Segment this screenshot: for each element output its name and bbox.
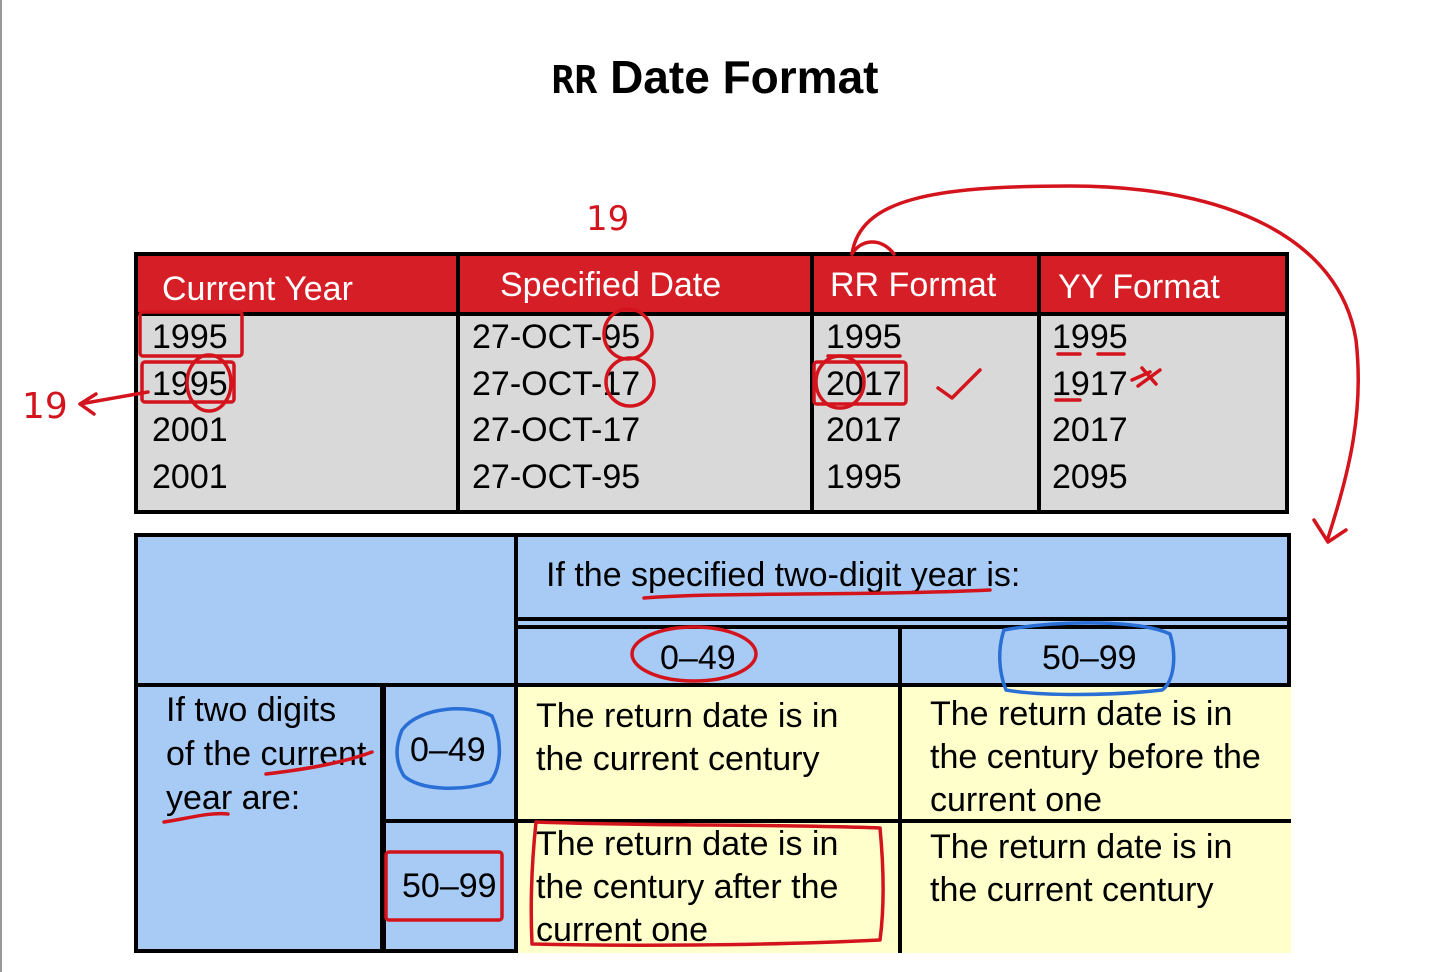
rr-rules-table: If the specified two-digit year is: 0–49… [134, 533, 1291, 953]
divider-specified-header [518, 617, 1291, 621]
note-left: 19 [22, 386, 68, 427]
cell-rr-format: 2017 [826, 365, 902, 403]
cell-rr-format: 1995 [826, 318, 902, 356]
result-r1c1-line: the current century [536, 740, 820, 778]
page-left-border [0, 0, 2, 972]
result-r1c2-line: The return date is in [930, 695, 1233, 733]
row-header-line: of the current [166, 735, 367, 773]
cell-yy-format: 1995 [1052, 318, 1128, 356]
title-prefix: RR [551, 58, 598, 102]
cell-rr-format: 2017 [826, 411, 902, 449]
note-top: 19 [586, 199, 629, 239]
row-header-line: If two digits [166, 691, 337, 729]
cell-yy-format: 1917 [1052, 365, 1128, 403]
row-range-50-99: 50–99 [402, 867, 497, 905]
cell-specified-date: 27-OCT-17 [472, 365, 641, 403]
header-specified-date: Specified Date [500, 266, 722, 304]
result-r2c2-line: The return date is in [930, 828, 1233, 866]
result-r2c1-line: the century after the [536, 868, 839, 906]
title-main: Date Format [610, 51, 879, 103]
cell-rr-format: 1995 [826, 458, 902, 496]
cell-current-year: 1995 [152, 365, 228, 403]
row-header-line: year are: [166, 779, 301, 817]
result-r1c2-line: current one [930, 781, 1102, 819]
col-range-50-99: 50–99 [1042, 639, 1137, 677]
rr-examples-table: Current Year Specified Date RR Format YY… [134, 252, 1289, 514]
cell-specified-date: 27-OCT-95 [472, 458, 641, 496]
divider-specified-header-double [518, 625, 1291, 629]
result-r2c2-line: the current century [930, 871, 1214, 909]
column-divider [1037, 256, 1041, 510]
cell-yy-format: 2095 [1052, 458, 1128, 496]
arrowhead-icon [1312, 518, 1348, 544]
cell-current-year: 2001 [152, 458, 228, 496]
cell-yy-format: 2017 [1052, 411, 1128, 449]
page-title: RR Date Format [0, 50, 1430, 104]
result-r2c1-line: The return date is in [536, 825, 839, 863]
column-divider [456, 256, 460, 510]
column-divider [810, 256, 814, 510]
cell-specified-date: 27-OCT-17 [472, 411, 641, 449]
cell-current-year: 1995 [152, 318, 228, 356]
header-rr-format: RR Format [830, 266, 997, 304]
cell-current-year: 2001 [152, 411, 228, 449]
specified-year-header: If the specified two-digit year is: [546, 556, 1021, 594]
col-range-0-49: 0–49 [660, 639, 736, 677]
result-r1c1-line: The return date is in [536, 697, 839, 735]
header-current-year: Current Year [162, 270, 353, 308]
result-r1c2-line: the century before the [930, 738, 1261, 776]
row-range-0-49: 0–49 [410, 731, 486, 769]
result-r2c1-line: current one [536, 911, 708, 949]
cell-specified-date: 27-OCT-95 [472, 318, 641, 356]
header-yy-format: YY Format [1058, 268, 1220, 306]
